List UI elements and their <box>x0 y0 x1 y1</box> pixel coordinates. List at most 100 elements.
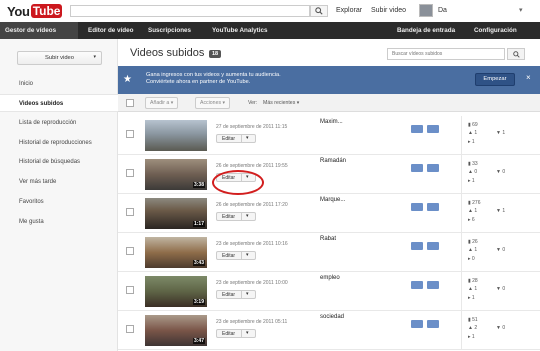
sidebar-item-home[interactable]: Inicio <box>0 75 118 93</box>
edit-button[interactable]: Editar ▾ <box>216 212 256 221</box>
video-date: 27 de septiembre de 2011 11:15 <box>216 124 288 130</box>
promote-icon[interactable] <box>427 281 439 289</box>
star-icon: ★ <box>123 74 132 85</box>
video-title[interactable]: empleo <box>320 275 340 281</box>
likes-count: ▲ 0 <box>468 169 478 175</box>
upload-video-button[interactable]: Subir video ▾ <box>17 51 102 65</box>
views-count: ▮ 33 <box>468 161 478 167</box>
video-search-input[interactable] <box>387 48 505 60</box>
menu-subscriptions[interactable]: Suscripciones <box>143 22 196 39</box>
video-date: 23 de septiembre de 2011 10:00 <box>216 280 288 286</box>
video-thumbnail[interactable]: 3:19 <box>145 276 207 307</box>
promote-icon[interactable] <box>427 203 439 211</box>
sidebar-item-favorites[interactable]: Favoritos <box>0 193 118 211</box>
add-to-button[interactable]: Añadir a ▾ <box>145 97 179 109</box>
promote-icon[interactable] <box>427 242 439 250</box>
search-button[interactable] <box>310 5 328 17</box>
download-icon[interactable] <box>411 203 423 211</box>
chevron-down-icon[interactable]: ▾ <box>246 213 249 219</box>
highlight-circle <box>212 170 264 195</box>
sidebar-item-uploads[interactable]: Videos subidos <box>0 94 118 112</box>
chevron-down-icon[interactable]: ▾ <box>519 6 523 14</box>
chevron-down-icon[interactable]: ▾ <box>246 330 249 336</box>
video-thumbnail[interactable]: 3:43 <box>145 237 207 268</box>
row-checkbox[interactable] <box>126 286 134 294</box>
likes-count: ▲ 1 <box>468 130 478 136</box>
comments-count: ▸ 1 <box>468 178 475 184</box>
chevron-down-icon[interactable]: ▾ <box>246 252 249 258</box>
row-checkbox[interactable] <box>126 130 134 138</box>
video-row: Maxim... 27 de septiembre de 2011 11:15 … <box>118 116 540 155</box>
edit-button[interactable]: Editar ▾ <box>216 134 256 143</box>
row-checkbox[interactable] <box>126 325 134 333</box>
dislikes-count: ▼ 0 <box>496 247 506 253</box>
row-checkbox[interactable] <box>126 169 134 177</box>
video-thumbnail[interactable]: 3:47 <box>145 315 207 346</box>
sort-dropdown[interactable]: Más recientes ▾ <box>263 100 299 106</box>
list-toolbar: Añadir a ▾ Acciones ▾ Ver: Más recientes… <box>118 94 540 112</box>
menu-inbox[interactable]: Bandeja de entrada <box>392 22 460 39</box>
logo-you-text: You <box>7 3 30 19</box>
likes-count: ▲ 1 <box>468 208 478 214</box>
close-icon[interactable]: × <box>526 73 531 82</box>
menu-settings[interactable]: Configuración <box>469 22 522 39</box>
actions-button[interactable]: Acciones ▾ <box>195 97 231 109</box>
promote-icon[interactable] <box>427 164 439 172</box>
video-duration: 3:38 <box>192 182 205 188</box>
video-count-badge: 18 <box>209 50 222 58</box>
explore-link[interactable]: Explorar <box>336 7 362 14</box>
menu-video-manager[interactable]: Gestor de vídeos <box>0 22 78 39</box>
video-thumbnail[interactable] <box>145 120 207 151</box>
edit-button[interactable]: Editar ▾ <box>216 329 256 338</box>
promote-icon[interactable] <box>427 125 439 133</box>
edit-button[interactable]: Editar ▾ <box>216 290 256 299</box>
views-count: ▮ 276 <box>468 200 481 206</box>
video-row: 3:47 sociedad 23 de septiembre de 2011 0… <box>118 311 540 350</box>
video-title[interactable]: Rabat <box>320 236 336 242</box>
menu-analytics[interactable]: YouTube Analytics <box>207 22 273 39</box>
avatar[interactable] <box>419 4 433 17</box>
dislikes-count: ▼ 0 <box>496 286 506 292</box>
download-icon[interactable] <box>411 242 423 250</box>
upload-video-label: Subir video <box>44 55 74 61</box>
video-title[interactable]: Ramadán <box>320 158 346 164</box>
partner-promo-banner: ★ Gana ingresos con tus videos y aumenta… <box>118 66 540 94</box>
row-checkbox[interactable] <box>126 208 134 216</box>
sidebar-item-history[interactable]: Historial de reproducciones <box>0 134 118 152</box>
start-button[interactable]: Empezar <box>475 73 515 86</box>
video-thumbnail[interactable]: 1:17 <box>145 198 207 229</box>
edit-label: Editar <box>222 136 236 142</box>
promote-icon[interactable] <box>427 320 439 328</box>
menu-video-editor[interactable]: Editor de vídeo <box>83 22 138 39</box>
select-all-checkbox[interactable] <box>126 99 134 107</box>
upload-link[interactable]: Subir video <box>371 7 406 14</box>
sidebar-item-search-history[interactable]: Historial de búsquedas <box>0 153 118 171</box>
edit-label: Editar <box>222 292 236 298</box>
youtube-logo[interactable]: You Tube <box>7 3 63 19</box>
edit-button[interactable]: Editar ▾ <box>216 251 256 260</box>
download-icon[interactable] <box>411 320 423 328</box>
chevron-down-icon[interactable]: ▾ <box>246 135 249 141</box>
video-date: 26 de septiembre de 2011 19:55 <box>216 163 288 169</box>
video-title[interactable]: Marque... <box>320 197 345 203</box>
row-checkbox[interactable] <box>126 247 134 255</box>
sidebar-item-likes[interactable]: Me gusta <box>0 213 118 231</box>
username[interactable]: Da <box>438 7 447 14</box>
chevron-down-icon[interactable]: ▾ <box>246 291 249 297</box>
sidebar-item-watch-later[interactable]: Ver más tarde <box>0 173 118 191</box>
video-title[interactable]: sociedad <box>320 314 344 320</box>
download-icon[interactable] <box>411 164 423 172</box>
sidebar-item-playlists[interactable]: Lista de reproducción <box>0 114 118 132</box>
search-input[interactable] <box>70 5 310 17</box>
video-date: 26 de septiembre de 2011 17:20 <box>216 202 288 208</box>
download-icon[interactable] <box>411 281 423 289</box>
video-search-button[interactable] <box>507 48 525 60</box>
video-date: 23 de septiembre de 2011 10:16 <box>216 241 288 247</box>
video-title[interactable]: Maxim... <box>320 119 343 125</box>
top-bar: You Tube Explorar Subir video Da ▾ <box>0 0 540 22</box>
comments-count: ▸ 6 <box>468 217 475 223</box>
download-icon[interactable] <box>411 125 423 133</box>
video-thumbnail[interactable]: 3:38 <box>145 159 207 190</box>
sidebar: Subir video ▾ Inicio Videos subidos List… <box>0 39 118 351</box>
sort-value: Más recientes <box>263 100 296 106</box>
